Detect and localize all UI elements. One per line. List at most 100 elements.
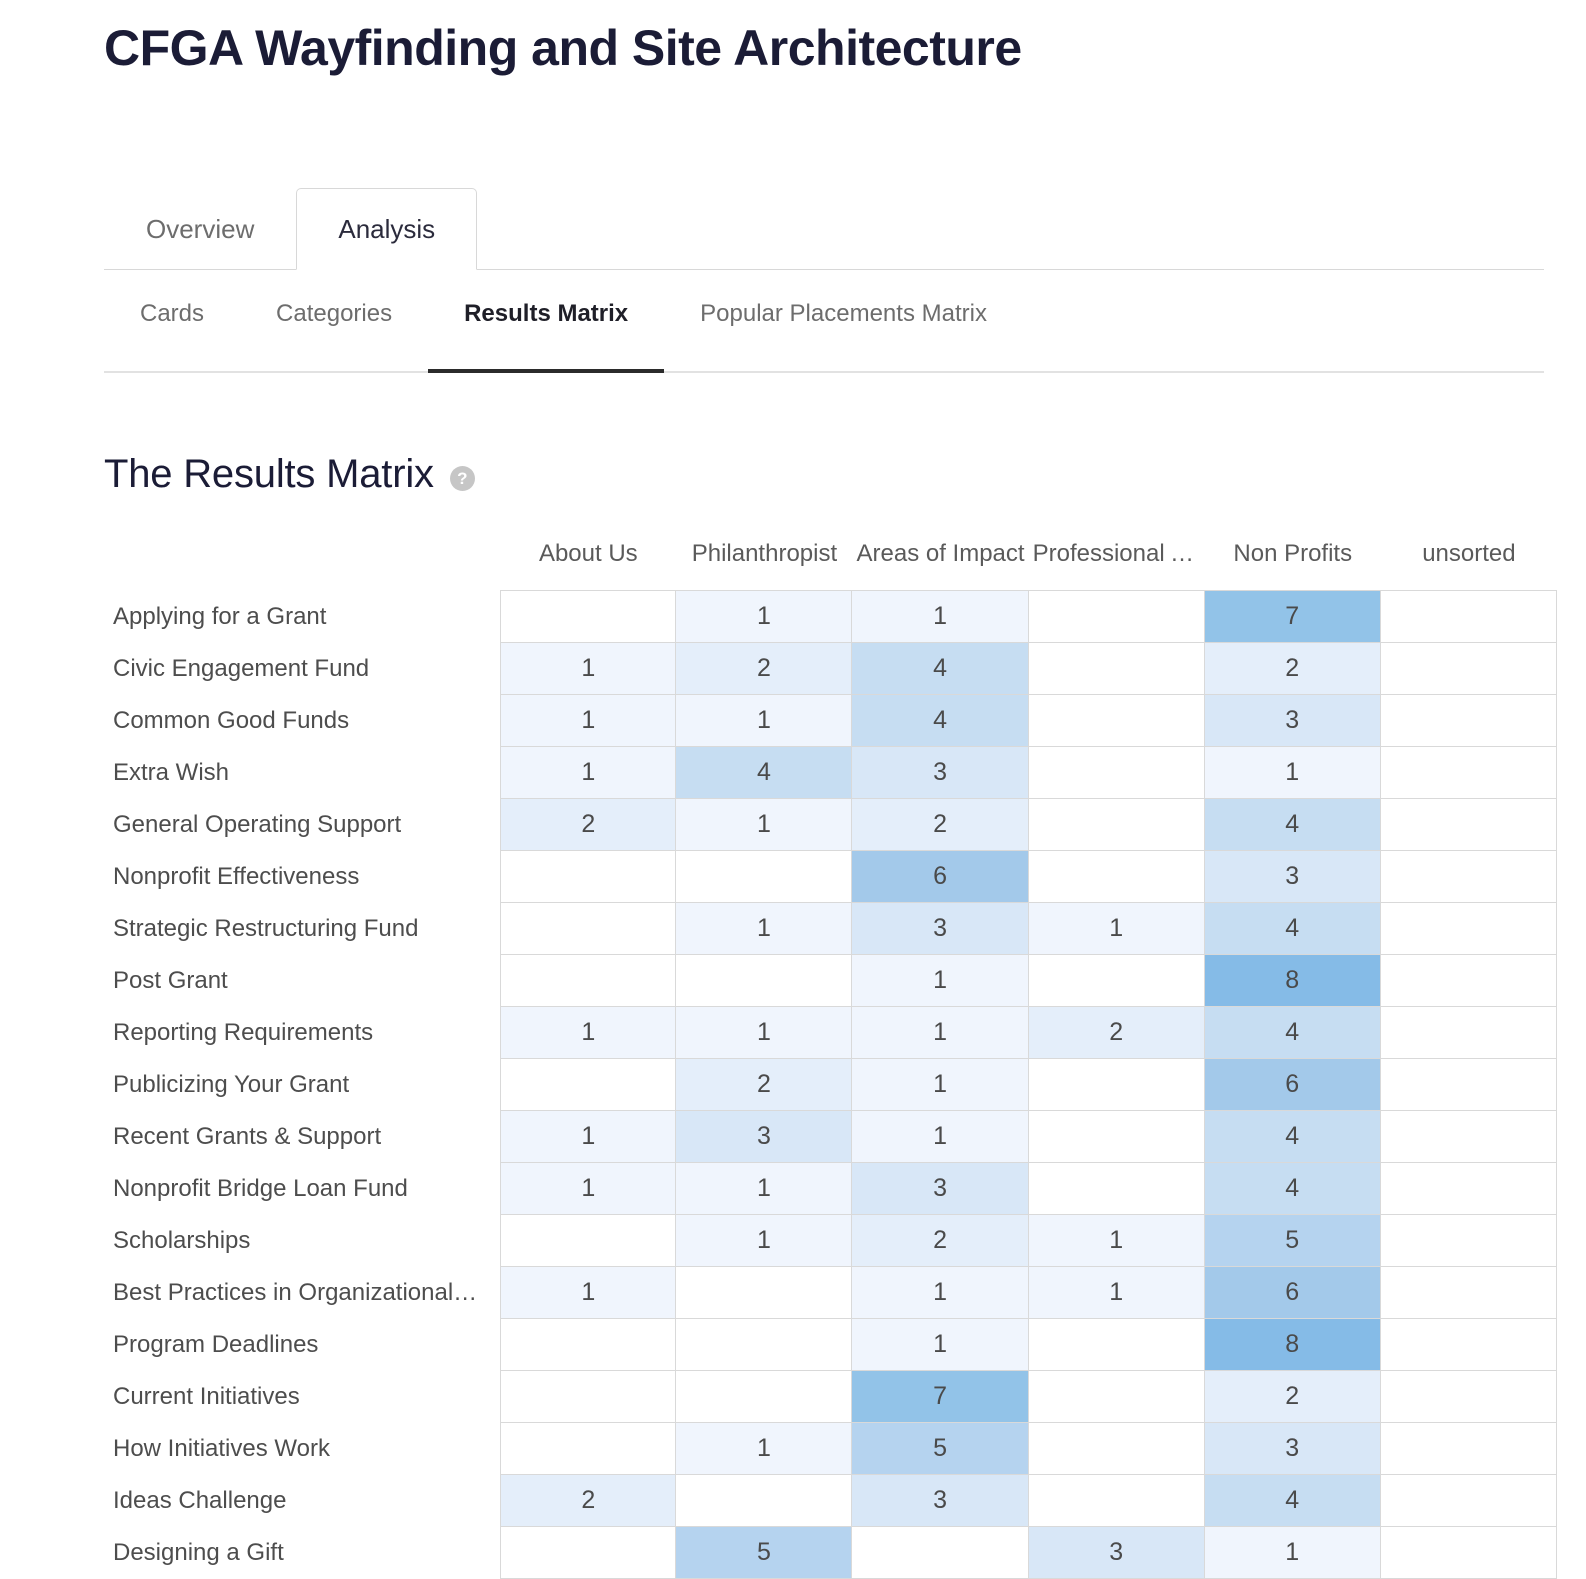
matrix-cell[interactable]: [1380, 1267, 1557, 1319]
matrix-cell[interactable]: 1: [500, 643, 677, 695]
matrix-cell[interactable]: [500, 1059, 677, 1111]
matrix-cell[interactable]: 2: [500, 799, 677, 851]
matrix-cell[interactable]: 1: [1204, 1527, 1381, 1579]
matrix-cell[interactable]: 1: [500, 1007, 677, 1059]
matrix-cell[interactable]: 2: [500, 1475, 677, 1527]
matrix-cell[interactable]: 5: [852, 1423, 1029, 1475]
tab-results-matrix[interactable]: Results Matrix: [428, 281, 665, 373]
matrix-cell[interactable]: [676, 1319, 853, 1371]
matrix-cell[interactable]: 3: [852, 1475, 1029, 1527]
matrix-cell[interactable]: [1380, 643, 1557, 695]
matrix-cell[interactable]: 4: [852, 643, 1029, 695]
matrix-cell[interactable]: 1: [676, 903, 853, 955]
matrix-cell[interactable]: [1380, 955, 1557, 1007]
matrix-cell[interactable]: 3: [1204, 695, 1381, 747]
matrix-cell[interactable]: [1380, 1163, 1557, 1215]
matrix-cell[interactable]: 4: [1204, 1007, 1381, 1059]
matrix-cell[interactable]: [1380, 1319, 1557, 1371]
matrix-cell[interactable]: 7: [1204, 590, 1381, 643]
matrix-cell[interactable]: [1380, 1059, 1557, 1111]
matrix-cell[interactable]: 2: [1028, 1007, 1205, 1059]
matrix-cell[interactable]: 1: [500, 1163, 677, 1215]
matrix-cell[interactable]: 4: [1204, 1111, 1381, 1163]
matrix-cell[interactable]: 1: [676, 1423, 853, 1475]
matrix-cell[interactable]: [1380, 1423, 1557, 1475]
matrix-cell[interactable]: [1380, 903, 1557, 955]
matrix-cell[interactable]: [676, 955, 853, 1007]
matrix-cell[interactable]: 1: [852, 955, 1029, 1007]
matrix-cell[interactable]: [500, 955, 677, 1007]
matrix-cell[interactable]: 1: [852, 590, 1029, 643]
matrix-cell[interactable]: 1: [852, 1267, 1029, 1319]
matrix-cell[interactable]: 1: [676, 1007, 853, 1059]
matrix-cell[interactable]: 1: [676, 590, 853, 643]
matrix-cell[interactable]: 3: [1204, 851, 1381, 903]
matrix-cell[interactable]: 1: [852, 1059, 1029, 1111]
matrix-cell[interactable]: [500, 1215, 677, 1267]
matrix-cell[interactable]: [1028, 643, 1205, 695]
matrix-cell[interactable]: 5: [1204, 1215, 1381, 1267]
matrix-cell[interactable]: [1380, 851, 1557, 903]
tab-popular-placements-matrix[interactable]: Popular Placements Matrix: [664, 281, 1023, 373]
matrix-cell[interactable]: 1: [676, 695, 853, 747]
matrix-cell[interactable]: [500, 903, 677, 955]
matrix-cell[interactable]: 1: [676, 1215, 853, 1267]
matrix-cell[interactable]: [1380, 1215, 1557, 1267]
matrix-cell[interactable]: [1380, 1007, 1557, 1059]
matrix-cell[interactable]: [1028, 955, 1205, 1007]
matrix-cell[interactable]: [1380, 747, 1557, 799]
matrix-cell[interactable]: [676, 851, 853, 903]
matrix-cell[interactable]: 3: [1028, 1527, 1205, 1579]
matrix-cell[interactable]: 1: [500, 695, 677, 747]
matrix-cell[interactable]: [500, 851, 677, 903]
matrix-cell[interactable]: [1380, 590, 1557, 643]
matrix-cell[interactable]: 1: [500, 1267, 677, 1319]
matrix-cell[interactable]: 4: [1204, 799, 1381, 851]
tab-overview[interactable]: Overview: [104, 188, 296, 270]
matrix-cell[interactable]: [500, 590, 677, 643]
matrix-cell[interactable]: 1: [676, 799, 853, 851]
matrix-cell[interactable]: 3: [676, 1111, 853, 1163]
tab-cards[interactable]: Cards: [104, 281, 240, 373]
matrix-cell[interactable]: 3: [852, 903, 1029, 955]
matrix-cell[interactable]: [1028, 747, 1205, 799]
tab-analysis[interactable]: Analysis: [296, 188, 478, 270]
matrix-cell[interactable]: 4: [676, 747, 853, 799]
matrix-cell[interactable]: 3: [852, 747, 1029, 799]
matrix-cell[interactable]: [676, 1371, 853, 1423]
matrix-cell[interactable]: [1380, 799, 1557, 851]
matrix-cell[interactable]: 1: [852, 1007, 1029, 1059]
matrix-cell[interactable]: 1: [500, 747, 677, 799]
matrix-cell[interactable]: 2: [852, 1215, 1029, 1267]
matrix-cell[interactable]: [1028, 1163, 1205, 1215]
matrix-cell[interactable]: 3: [1204, 1423, 1381, 1475]
matrix-cell[interactable]: 6: [1204, 1267, 1381, 1319]
matrix-cell[interactable]: 4: [852, 695, 1029, 747]
matrix-cell[interactable]: [1028, 1111, 1205, 1163]
matrix-cell[interactable]: 4: [1204, 1475, 1381, 1527]
matrix-cell[interactable]: [1380, 1111, 1557, 1163]
matrix-cell[interactable]: [676, 1475, 853, 1527]
matrix-cell[interactable]: 2: [1204, 1371, 1381, 1423]
matrix-cell[interactable]: 1: [1028, 903, 1205, 955]
matrix-cell[interactable]: [1028, 799, 1205, 851]
matrix-cell[interactable]: [500, 1527, 677, 1579]
matrix-cell[interactable]: [1028, 590, 1205, 643]
matrix-cell[interactable]: [1028, 1059, 1205, 1111]
matrix-cell[interactable]: 7: [852, 1371, 1029, 1423]
matrix-cell[interactable]: 4: [1204, 903, 1381, 955]
matrix-cell[interactable]: [1028, 1371, 1205, 1423]
matrix-cell[interactable]: [1380, 1527, 1557, 1579]
matrix-cell[interactable]: [1028, 1319, 1205, 1371]
matrix-cell[interactable]: [1028, 1423, 1205, 1475]
matrix-cell[interactable]: 1: [676, 1163, 853, 1215]
matrix-cell[interactable]: 2: [1204, 643, 1381, 695]
matrix-cell[interactable]: [500, 1319, 677, 1371]
matrix-cell[interactable]: [1380, 695, 1557, 747]
matrix-cell[interactable]: [852, 1527, 1029, 1579]
matrix-cell[interactable]: [1380, 1475, 1557, 1527]
matrix-cell[interactable]: 8: [1204, 1319, 1381, 1371]
matrix-cell[interactable]: 1: [852, 1319, 1029, 1371]
matrix-cell[interactable]: 2: [676, 643, 853, 695]
matrix-cell[interactable]: 2: [676, 1059, 853, 1111]
